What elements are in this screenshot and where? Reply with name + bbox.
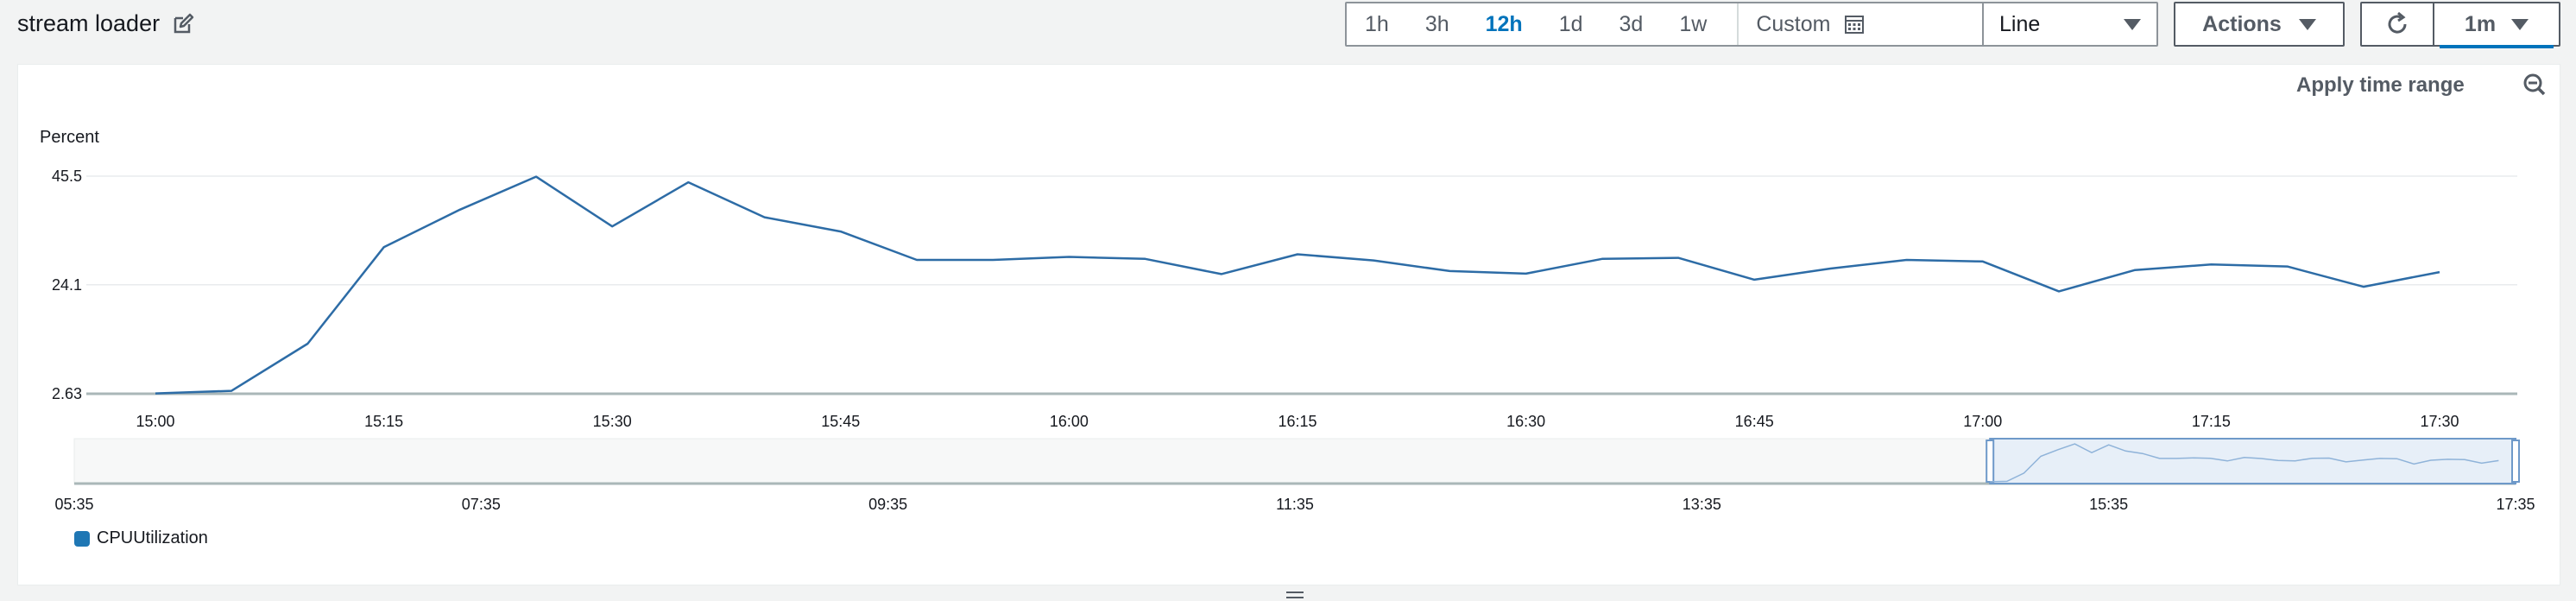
legend-swatch — [74, 530, 90, 547]
x-tick-label: 16:30 — [1506, 413, 1545, 430]
x-tick-label: 17:15 — [2192, 413, 2231, 430]
x-tick-label: 15:15 — [364, 413, 403, 430]
y-tick-label: 2.63 — [52, 385, 82, 402]
x-tick-label: 15:45 — [821, 413, 860, 430]
x-tick-label: 17:00 — [1963, 413, 2002, 430]
navigator-tick-label: 11:35 — [1276, 496, 1314, 513]
navigator-handle-left[interactable] — [1986, 440, 1995, 483]
x-tick-label: 15:00 — [136, 413, 174, 430]
x-tick-label: 17:30 — [2420, 413, 2459, 430]
x-tick-label: 16:00 — [1050, 413, 1089, 430]
legend: CPUUtilization — [74, 528, 208, 548]
legend-label[interactable]: CPUUtilization — [97, 528, 208, 548]
navigator-tick-label: 09:35 — [868, 496, 907, 513]
x-tick-label: 15:30 — [593, 413, 632, 430]
resize-handle-icon[interactable] — [1285, 589, 1305, 601]
navigator-tick-label: 13:35 — [1683, 496, 1721, 513]
navigator-tick-label: 05:35 — [54, 496, 93, 513]
x-tick-label: 16:45 — [1735, 413, 1774, 430]
navigator-tick-label: 07:35 — [462, 496, 501, 513]
y-tick-label: 45.5 — [52, 168, 82, 185]
navigator-handle-right[interactable] — [2511, 440, 2520, 483]
line-chart: 2.63 24.1 45.5 15:00 15:15 15:30 15:45 16:00 16:… — [52, 168, 2535, 513]
x-tick-label: 16:15 — [1278, 413, 1316, 430]
navigator-tick-label: 17:35 — [2496, 496, 2535, 513]
y-tick-label: 24.1 — [52, 276, 82, 294]
navigator-tick-label: 15:35 — [2089, 496, 2128, 513]
